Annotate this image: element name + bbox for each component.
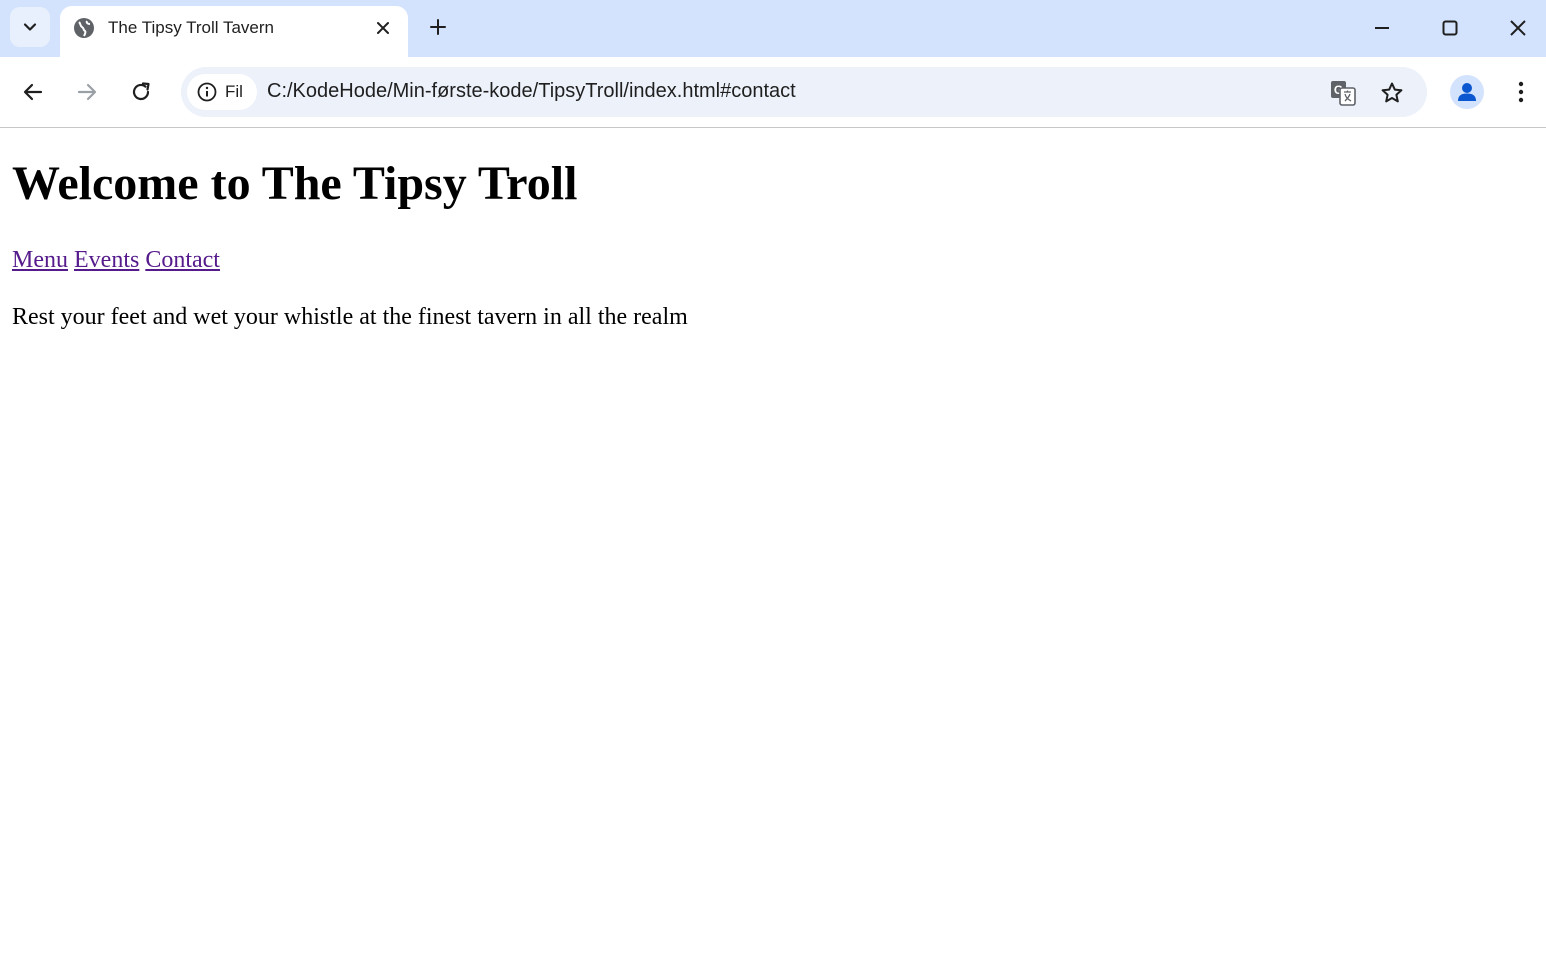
tab-close-button[interactable] [372, 17, 394, 39]
minimize-button[interactable] [1364, 10, 1400, 46]
forward-button[interactable] [69, 74, 105, 110]
reload-button[interactable] [123, 74, 159, 110]
site-info-button[interactable]: Fil [187, 74, 257, 110]
close-icon [377, 22, 389, 34]
browser-toolbar: Fil C:/KodeHode/Min-første-kode/TipsyTro… [0, 57, 1546, 128]
back-button[interactable] [15, 74, 51, 110]
nav-link-menu[interactable]: Menu [12, 247, 68, 273]
url-text[interactable]: C:/KodeHode/Min-første-kode/TipsyTroll/i… [267, 80, 796, 103]
address-bar[interactable]: Fil C:/KodeHode/Min-første-kode/TipsyTro… [181, 67, 1427, 117]
browser-tab-active[interactable]: The Tipsy Troll Tavern [60, 6, 408, 57]
translate-icon: G [1331, 81, 1356, 106]
browser-menu-button[interactable] [1506, 77, 1536, 107]
chevron-down-icon [23, 23, 37, 31]
plus-icon [430, 19, 446, 35]
bookmark-button[interactable] [1378, 79, 1406, 107]
page-viewport: Welcome to The Tipsy Troll Menu Events C… [0, 128, 1546, 960]
profile-icon [1458, 83, 1476, 101]
forward-arrow-icon [77, 83, 97, 101]
page-heading: Welcome to The Tipsy Troll [12, 157, 578, 210]
globe-icon [74, 18, 94, 38]
window-close-icon [1510, 20, 1526, 36]
nav-link-contact[interactable]: Contact [145, 247, 220, 273]
browser-titlebar: The Tipsy Troll Tavern [0, 0, 1546, 57]
tab-search-button[interactable] [10, 7, 50, 47]
star-icon [1381, 82, 1403, 103]
reload-icon [132, 82, 150, 101]
maximize-icon [1442, 20, 1458, 36]
translate-button[interactable]: G [1329, 79, 1357, 107]
nav-link-events[interactable]: Events [74, 247, 139, 273]
new-tab-button[interactable] [424, 13, 452, 41]
back-arrow-icon [23, 83, 43, 101]
site-info-label: Fil [225, 82, 243, 101]
info-icon [197, 82, 217, 102]
kebab-menu-icon [1518, 81, 1524, 103]
profile-button[interactable] [1450, 75, 1484, 109]
tab-title: The Tipsy Troll Tavern [108, 18, 274, 37]
minimize-icon [1375, 27, 1389, 29]
site-nav: Menu Events Contact [12, 246, 220, 275]
window-close-button[interactable] [1500, 10, 1536, 46]
maximize-button[interactable] [1432, 10, 1468, 46]
tagline: Rest your feet and wet your whistle at t… [12, 304, 688, 330]
